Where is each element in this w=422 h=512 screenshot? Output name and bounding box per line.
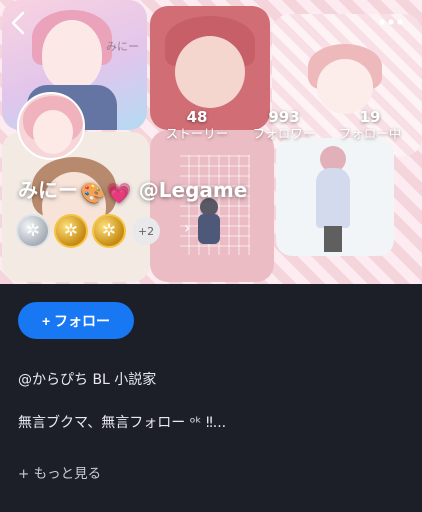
heart-icon: 💗 — [106, 181, 132, 205]
badge-more-count[interactable]: +2 — [132, 217, 160, 245]
badge-gold-icon: ✲ — [92, 214, 126, 248]
stat-followers-label: フォロワー — [252, 126, 316, 141]
stat-following-label: フォロー中 — [338, 126, 402, 141]
profile-handle: @Legame — [138, 178, 248, 202]
chevron-left-icon — [11, 11, 25, 35]
badge-gold-icon: ✲ — [54, 214, 88, 248]
stat-followers-count: 993 — [268, 108, 300, 126]
more-horizontal-icon — [379, 19, 403, 25]
stat-stories-count: 48 — [186, 108, 208, 126]
bio-line-1: @からぴち BL 小説家 — [18, 372, 157, 388]
stat-following-count: 19 — [359, 108, 381, 126]
chevron-right-icon[interactable]: › — [184, 218, 190, 237]
more-options-button[interactable] — [378, 14, 404, 28]
see-more-link[interactable]: + もっと見る — [18, 462, 101, 482]
follow-button[interactable]: + フォロー — [18, 302, 134, 339]
back-button[interactable] — [8, 10, 30, 36]
stat-following[interactable]: 19 フォロー中 — [334, 108, 406, 142]
stat-stories-label: ストーリー — [165, 126, 229, 141]
avatar[interactable] — [17, 92, 85, 160]
stat-stories[interactable]: 48 ストーリー — [160, 108, 234, 142]
badge-silver-icon: ✲ — [16, 214, 50, 248]
bio-line-2: 無言ブクマ、無言フォロー ᵒᵏ ‼... — [18, 415, 227, 431]
palette-icon: 🎨 — [80, 181, 105, 205]
display-name-text: みにー — [18, 178, 78, 202]
profile-name: みにー 🎨 💗 @Legame — [18, 174, 247, 205]
stat-followers[interactable]: 993 フォロワー — [246, 108, 322, 142]
